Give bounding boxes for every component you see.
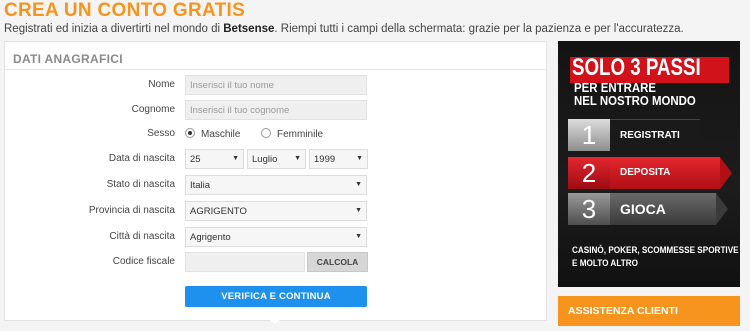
radio-unchecked-icon[interactable] xyxy=(261,128,271,138)
chevron-down-icon: ▼ xyxy=(232,155,239,162)
day-select[interactable]: 25 ▼ xyxy=(185,149,244,169)
step-2-arrow xyxy=(720,157,732,189)
step-3-number: 3 xyxy=(568,193,610,225)
calcola-button[interactable]: CALCOLA xyxy=(307,252,368,272)
provincia-nascita-select[interactable]: AGRIGENTO ▼ xyxy=(185,201,367,221)
row-sesso: Sesso Maschile Femminile xyxy=(5,124,546,146)
step-1-label: REGISTRATI xyxy=(610,119,700,152)
step-2-label: DEPOSITA xyxy=(610,157,720,189)
provincia-nascita-label: Provincia di nascita xyxy=(88,205,175,216)
panel-notch xyxy=(265,316,285,324)
chevron-down-icon: ▼ xyxy=(355,181,362,188)
sesso-label: Sesso xyxy=(147,128,175,139)
cognome-input[interactable]: Inserisci il tuo cognome xyxy=(185,100,367,120)
nome-label: Nome xyxy=(148,79,175,90)
provincia-nascita-value: AGRIGENTO xyxy=(190,206,247,217)
codice-fiscale-label: Codice fiscale xyxy=(112,256,175,267)
registration-form: DATI ANAGRAFICI Nome Inserisci il tuo no… xyxy=(4,41,547,324)
subtitle-text-end: . Riempi tutti i campi della schermata: … xyxy=(274,23,684,35)
citta-nascita-select[interactable]: Agrigento ▼ xyxy=(185,227,367,247)
row-data-nascita: Data di nascita 25 ▼ Luglio ▼ 1999 ▼ xyxy=(5,149,546,171)
banner-line2: NEL NOSTRO MONDO xyxy=(574,93,696,108)
banner-title: SOLO 3 PASSI xyxy=(572,54,701,81)
chevron-down-icon: ▼ xyxy=(356,155,363,162)
nome-input[interactable]: Inserisci il tuo nome xyxy=(185,75,367,95)
stato-nascita-select[interactable]: Italia ▼ xyxy=(185,175,367,195)
banner-footer-line1: CASINÒ, POKER, SCOMMESSE SPORTIVE xyxy=(572,245,739,256)
chevron-down-icon: ▼ xyxy=(355,207,362,214)
data-nascita-label: Data di nascita xyxy=(108,153,175,164)
radio-maschile-label: Maschile xyxy=(201,129,241,140)
section-divider xyxy=(5,69,546,70)
cognome-label: Cognome xyxy=(131,104,175,115)
step-1-number: 1 xyxy=(568,119,610,151)
row-codice-fiscale: Codice fiscale CALCOLA xyxy=(5,252,546,274)
page-title: CREA UN CONTO GRATIS xyxy=(4,0,246,21)
step-2-number: 2 xyxy=(568,157,610,189)
banner-footer-line2: E MOLTO ALTRO xyxy=(572,258,638,269)
stato-nascita-value: Italia xyxy=(190,180,211,191)
row-stato-nascita: Stato di nascita Italia ▼ xyxy=(5,175,546,197)
month-value: Luglio xyxy=(252,154,278,165)
brand-name: Betsense xyxy=(223,23,275,35)
row-provincia-nascita: Provincia di nascita AGRIGENTO ▼ xyxy=(5,201,546,223)
row-citta-nascita: Città di nascita Agrigento ▼ xyxy=(5,227,546,249)
step-3-label: GIOCA xyxy=(610,193,716,225)
three-steps-banner[interactable]: SOLO 3 PASSI PER ENTRARE NEL NOSTRO MOND… xyxy=(558,41,740,287)
assistenza-clienti-button[interactable]: ASSISTENZA CLIENTI xyxy=(558,296,740,326)
chevron-down-icon: ▼ xyxy=(355,233,362,240)
row-cognome: Cognome Inserisci il tuo cognome xyxy=(5,100,546,122)
section-title: DATI ANAGRAFICI xyxy=(13,52,123,66)
citta-nascita-value: Agrigento xyxy=(190,232,231,243)
row-nome: Nome Inserisci il tuo nome xyxy=(5,75,546,97)
page-subtitle: Registrati ed inizia a divertirti nel mo… xyxy=(4,23,684,35)
chevron-down-icon: ▼ xyxy=(294,155,301,162)
year-select[interactable]: 1999 ▼ xyxy=(309,149,368,169)
stato-nascita-label: Stato di nascita xyxy=(106,179,175,190)
radio-femminile-label: Femminile xyxy=(277,129,324,140)
radio-femminile[interactable]: Femminile xyxy=(261,128,323,140)
subtitle-text: Registrati ed inizia a divertirti nel mo… xyxy=(4,23,224,35)
radio-maschile[interactable]: Maschile xyxy=(185,128,240,140)
step-3-arrow xyxy=(716,193,728,225)
month-select[interactable]: Luglio ▼ xyxy=(247,149,306,169)
day-value: 25 xyxy=(190,154,201,165)
radio-checked-icon[interactable] xyxy=(185,128,195,138)
verifica-continua-button[interactable]: VERIFICA E CONTINUA xyxy=(185,286,367,307)
citta-nascita-label: Città di nascita xyxy=(109,231,175,242)
codice-fiscale-input[interactable] xyxy=(185,252,305,272)
year-value: 1999 xyxy=(314,154,336,165)
